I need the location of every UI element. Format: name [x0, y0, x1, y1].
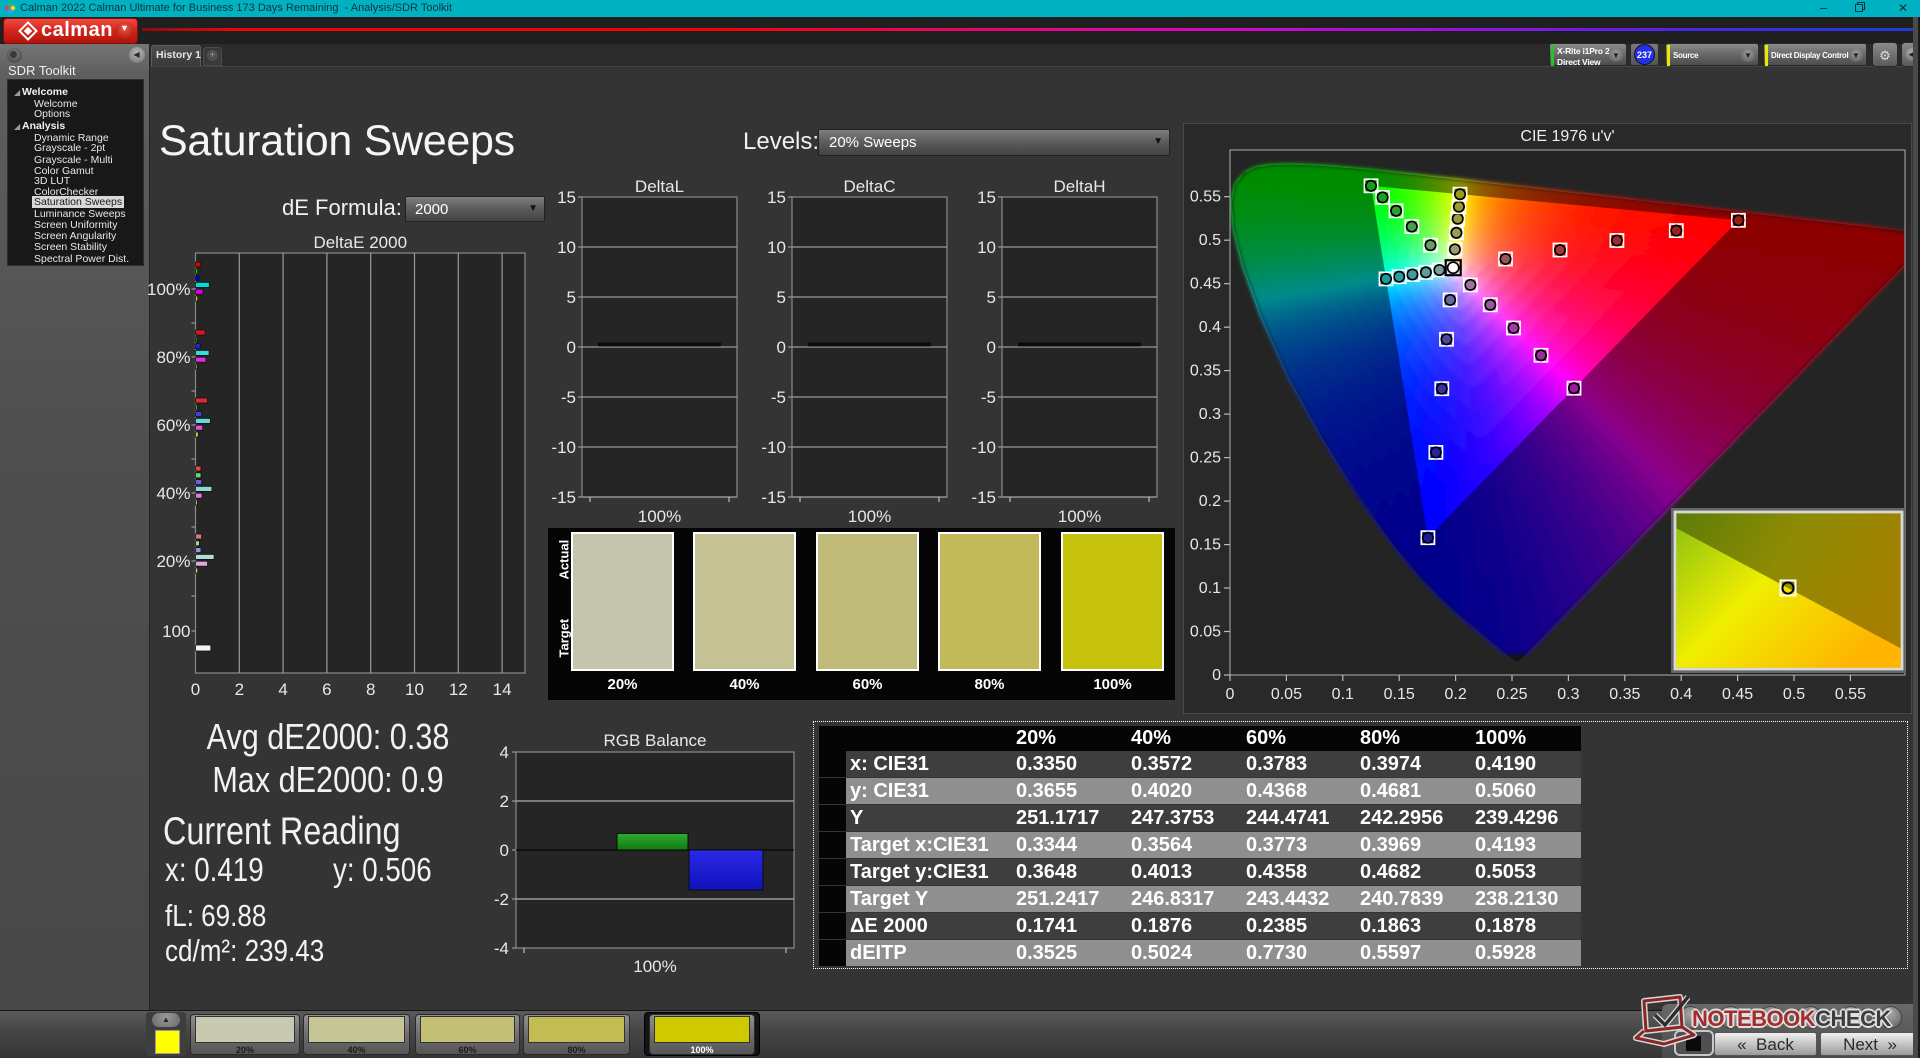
svg-text:10: 10 [557, 238, 576, 257]
svg-text:12: 12 [449, 680, 468, 699]
svg-text:5: 5 [987, 288, 996, 307]
svg-text:0.15: 0.15 [1190, 537, 1221, 554]
svg-text:0.3: 0.3 [1557, 686, 1579, 703]
svg-text:60%: 60% [156, 416, 190, 435]
svg-text:0.45: 0.45 [1722, 686, 1753, 703]
svg-text:2: 2 [500, 792, 509, 811]
svg-text:100%: 100% [1058, 507, 1101, 525]
svg-text:-10: -10 [551, 438, 576, 457]
svg-text:0: 0 [777, 338, 786, 357]
svg-text:0.25: 0.25 [1190, 450, 1221, 467]
svg-text:4: 4 [500, 743, 509, 762]
svg-text:0.1: 0.1 [1332, 686, 1354, 703]
svg-text:6: 6 [322, 680, 331, 699]
svg-text:15: 15 [557, 188, 576, 207]
svg-text:14: 14 [493, 680, 512, 699]
svg-text:100%: 100% [848, 507, 891, 525]
svg-text:0.2: 0.2 [1199, 493, 1221, 510]
svg-text:100%: 100% [633, 957, 676, 975]
svg-text:0: 0 [191, 680, 200, 699]
svg-text:20%: 20% [156, 552, 190, 571]
svg-text:15: 15 [977, 188, 996, 207]
svg-text:-15: -15 [761, 488, 786, 507]
svg-text:0.4: 0.4 [1199, 319, 1221, 336]
svg-text:0.5: 0.5 [1783, 686, 1805, 703]
svg-text:-4: -4 [494, 939, 509, 958]
svg-text:DeltaH: DeltaH [1054, 180, 1106, 196]
svg-text:-15: -15 [551, 488, 576, 507]
svg-text:0: 0 [1212, 667, 1221, 684]
svg-text:0.15: 0.15 [1384, 686, 1415, 703]
svg-text:-10: -10 [761, 438, 786, 457]
svg-text:40%: 40% [156, 484, 190, 503]
svg-text:-2: -2 [494, 890, 509, 909]
svg-text:0.1: 0.1 [1199, 580, 1221, 597]
svg-text:-15: -15 [971, 488, 996, 507]
svg-text:0.2: 0.2 [1444, 686, 1466, 703]
svg-text:100%: 100% [638, 507, 681, 525]
svg-text:0.35: 0.35 [1190, 363, 1221, 380]
svg-text:-5: -5 [771, 388, 786, 407]
svg-text:8: 8 [366, 680, 375, 699]
svg-text:CIE 1976 u'v': CIE 1976 u'v' [1520, 128, 1614, 145]
svg-text:5: 5 [567, 288, 576, 307]
svg-text:80%: 80% [156, 348, 190, 367]
svg-text:100%: 100% [147, 280, 190, 299]
svg-text:0.35: 0.35 [1609, 686, 1640, 703]
svg-text:0.3: 0.3 [1199, 406, 1221, 423]
svg-text:10: 10 [767, 238, 786, 257]
svg-text:4: 4 [278, 680, 287, 699]
svg-text:-5: -5 [981, 388, 996, 407]
svg-text:0: 0 [500, 841, 509, 860]
svg-text:0.4: 0.4 [1670, 686, 1692, 703]
svg-text:0.55: 0.55 [1835, 686, 1866, 703]
svg-text:0: 0 [1226, 686, 1235, 703]
svg-text:0.45: 0.45 [1190, 276, 1221, 293]
svg-text:5: 5 [777, 288, 786, 307]
svg-text:-10: -10 [971, 438, 996, 457]
svg-text:100: 100 [162, 622, 190, 641]
svg-text:0.25: 0.25 [1496, 686, 1527, 703]
svg-text:2: 2 [235, 680, 244, 699]
svg-text:DeltaL: DeltaL [635, 180, 684, 196]
svg-text:RGB Balance: RGB Balance [604, 731, 707, 750]
svg-text:0: 0 [987, 338, 996, 357]
svg-text:0.05: 0.05 [1271, 686, 1302, 703]
svg-text:0.55: 0.55 [1190, 189, 1221, 206]
svg-text:DeltaC: DeltaC [844, 180, 896, 196]
svg-text:0: 0 [567, 338, 576, 357]
svg-text:-5: -5 [561, 388, 576, 407]
svg-text:10: 10 [405, 680, 424, 699]
svg-text:0.5: 0.5 [1199, 232, 1221, 249]
svg-text:DeltaE 2000: DeltaE 2000 [313, 233, 407, 252]
svg-text:10: 10 [977, 238, 996, 257]
svg-text:15: 15 [767, 188, 786, 207]
svg-text:0.05: 0.05 [1190, 624, 1221, 641]
